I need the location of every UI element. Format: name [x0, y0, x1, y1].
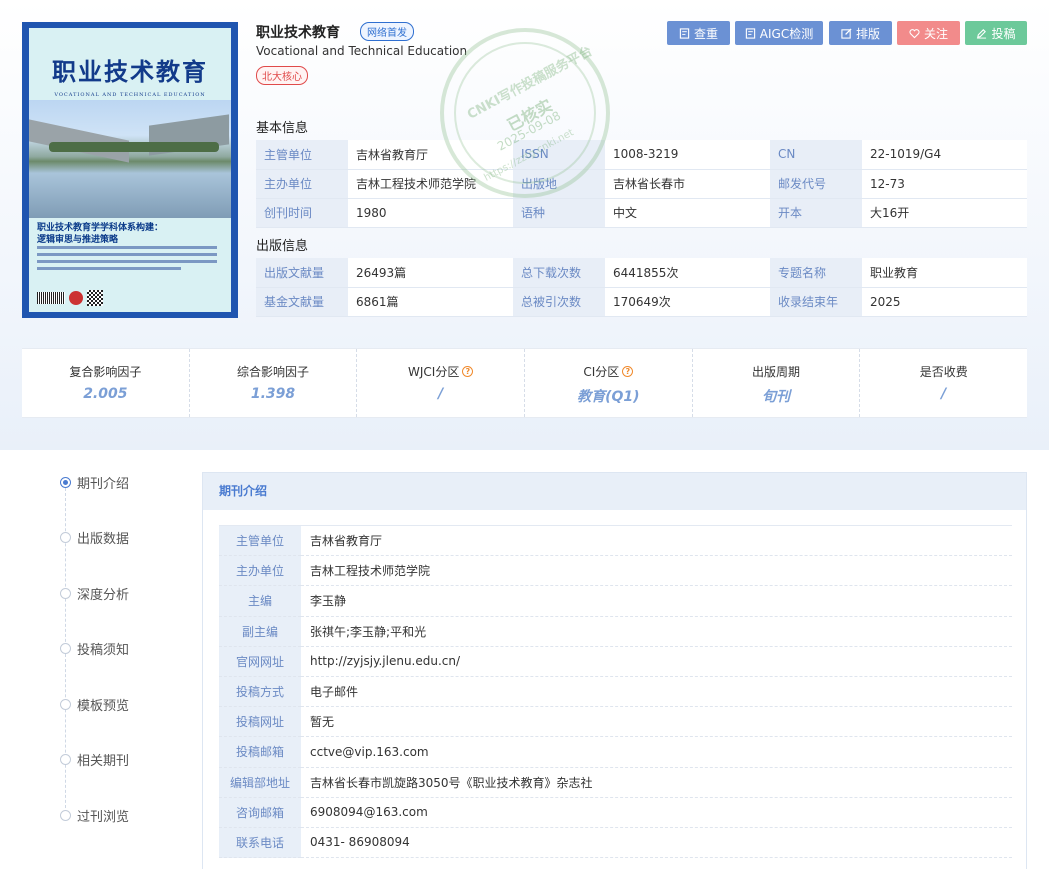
info-key: 收录结束年 — [770, 287, 862, 317]
table-row: 主编 李玉静 — [219, 585, 1012, 617]
pen-icon — [977, 28, 987, 39]
info-value: 中文 — [605, 198, 770, 228]
info-key: 出版地 — [513, 169, 605, 199]
follow-button-label: 关注 — [923, 26, 948, 41]
info-key: 语种 — [513, 198, 605, 228]
info-value: 170649次 — [605, 287, 770, 317]
table-row: 编辑部地址 吉林省长春市凯旋路3050号《职业技术教育》杂志社 — [219, 767, 1012, 798]
table-row: 官网网址 http://zyjsjy.jlenu.edu.cn/ — [219, 646, 1012, 677]
help-icon[interactable]: ? — [462, 366, 474, 377]
metric-wjci: WJCI分区? / — [357, 349, 526, 417]
info-value: 大16开 — [862, 198, 1027, 228]
info-key: 邮发代号 — [770, 169, 862, 199]
table-row: 咨询邮箱 6908094@163.com — [219, 797, 1012, 828]
network-first-badge: 网络首发 — [360, 22, 414, 41]
table-row: 投稿方式 电子邮件 — [219, 676, 1012, 708]
info-value: 26493篇 — [348, 258, 513, 288]
follow-button[interactable]: 关注 — [897, 21, 960, 45]
info-value: 6441855次 — [605, 258, 770, 288]
metrics-bar: 复合影响因子 2.005 综合影响因子 1.398 WJCI分区? / CI分区… — [22, 348, 1027, 418]
submit-button[interactable]: 投稿 — [965, 21, 1027, 45]
table-row: 投稿邮箱 cctve@vip.163.com — [219, 736, 1012, 768]
email-link[interactable]: cctve@vip.163.com — [301, 736, 1012, 768]
journal-intro-panel: 期刊介绍 主管单位 吉林省教育厅 主办单位 吉林工程技术师范学院 主编 李玉静 副主编… — [202, 472, 1027, 869]
pub-info-title: 出版信息 — [256, 239, 309, 254]
info-key: 总下载次数 — [513, 258, 605, 288]
info-value: 1980 — [348, 198, 513, 228]
nav-item-guidelines[interactable]: 投稿须知 — [60, 639, 129, 658]
radio-dot-icon — [60, 699, 71, 710]
table-row: 投稿网址 暂无 — [219, 706, 1012, 738]
info-key: 主办单位 — [256, 169, 348, 199]
core-journal-badge: 北大核心 — [256, 66, 308, 85]
check-button[interactable]: 查重 — [667, 21, 730, 45]
journal-detail-table: 主管单位 吉林省教育厅 主办单位 吉林工程技术师范学院 主编 李玉静 副主编 张祺午;李… — [219, 524, 1012, 859]
metric-frequency: 出版周期 旬刊 — [693, 349, 861, 417]
pub-info-table: 出版文献量 26493篇 总下载次数 6441855次 专题名称 职业教育 基金… — [256, 258, 1027, 317]
info-value: 吉林省长春市 — [605, 169, 770, 199]
info-key: ISSN — [513, 140, 605, 170]
basic-info-table: 主管单位 吉林省教育厅 ISSN 1008-3219 CN 22-1019/G4… — [256, 140, 1027, 228]
radio-dot-icon — [60, 588, 71, 599]
cover-photo — [29, 100, 231, 218]
info-value: 1008-3219 — [605, 140, 770, 170]
radio-dot-icon — [60, 754, 71, 765]
radio-dot-icon — [60, 810, 71, 821]
info-value: 22-1019/G4 — [862, 140, 1027, 170]
info-value: 职业教育 — [862, 258, 1027, 288]
nav-item-analysis[interactable]: 深度分析 — [60, 584, 129, 603]
info-key: 基金文献量 — [256, 287, 348, 317]
nav-item-template[interactable]: 模板预览 — [60, 695, 129, 714]
document-check-icon — [679, 27, 690, 39]
radio-dot-icon — [60, 643, 71, 654]
radio-dot-icon — [60, 477, 71, 488]
info-key: 专题名称 — [770, 258, 862, 288]
journal-english-title: Vocational and Technical Education — [256, 44, 468, 58]
info-key: 创刊时间 — [256, 198, 348, 228]
info-value: 6861篇 — [348, 287, 513, 317]
info-key: CN — [770, 140, 862, 170]
nav-item-intro[interactable]: 期刊介绍 — [60, 473, 129, 492]
metric-fee: 是否收费 / — [919, 365, 968, 402]
info-key: 主管单位 — [256, 140, 348, 170]
layout-button-label: 排版 — [855, 26, 880, 41]
edit-icon — [841, 27, 852, 39]
metric-ci: CI分区? 教育(Q1) — [525, 349, 693, 417]
submit-button-label: 投稿 — [991, 26, 1016, 41]
metric-comprehensive-if: 综合影响因子 1.398 — [190, 349, 358, 417]
info-key: 总被引次数 — [513, 287, 605, 317]
info-key: 开本 — [770, 198, 862, 228]
aigc-button-label: AIGC检测 — [759, 26, 814, 41]
layout-button[interactable]: 排版 — [829, 21, 892, 45]
info-key: 出版文献量 — [256, 258, 348, 288]
table-row: 联系电话 0431- 86908094 — [219, 827, 1012, 859]
info-value: 2025 — [862, 287, 1027, 317]
journal-cover-image: 职业技术教育 VOCATIONAL AND TECHNICAL EDUCATIO… — [22, 22, 238, 318]
radio-dot-icon — [60, 532, 71, 543]
basic-info-title: 基本信息 — [256, 121, 309, 136]
nav-item-pub-data[interactable]: 出版数据 — [60, 528, 129, 547]
heart-icon — [909, 28, 920, 38]
cover-subtitle: VOCATIONAL AND TECHNICAL EDUCATION — [54, 92, 206, 98]
nav-item-related[interactable]: 相关期刊 — [60, 750, 129, 769]
aigc-detect-button[interactable]: AIGC检测 — [735, 21, 823, 45]
email-link[interactable]: 6908094@163.com — [301, 797, 1012, 828]
info-value: 吉林省教育厅 — [348, 140, 513, 170]
table-row: 副主编 张祺午;李玉静;平和光 — [219, 616, 1012, 647]
cover-headline: 逻辑审思与推进策略 — [37, 235, 119, 245]
table-row: 主管单位 吉林省教育厅 — [219, 524, 1012, 557]
metric-composite-if: 复合影响因子 2.005 — [22, 349, 190, 417]
info-value: 吉林工程技术师范学院 — [348, 169, 513, 199]
cover-title: 职业技术教育 — [52, 57, 208, 86]
document-check-icon — [745, 27, 755, 39]
help-icon[interactable]: ? — [622, 366, 634, 377]
panel-title: 期刊介绍 — [203, 473, 1026, 510]
table-row: 主办单位 吉林工程技术师范学院 — [219, 555, 1012, 587]
website-link[interactable]: http://zyjsjy.jlenu.edu.cn/ — [301, 646, 1012, 677]
check-button-label: 查重 — [693, 26, 718, 41]
info-value: 12-73 — [862, 169, 1027, 199]
journal-title: 职业技术教育 — [256, 25, 340, 41]
nav-item-past-issues[interactable]: 过刊浏览 — [60, 806, 129, 825]
